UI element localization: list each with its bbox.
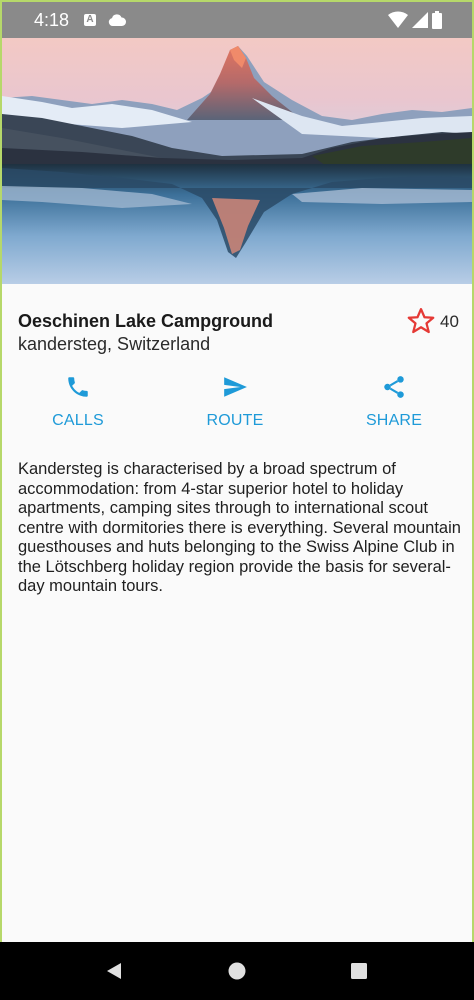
share-label: SHARE: [365, 412, 423, 429]
hero-image: [2, 38, 472, 284]
home-icon[interactable]: [227, 961, 247, 981]
battery-icon: [432, 11, 442, 29]
calls-button[interactable]: CALLS: [18, 374, 138, 438]
cloud-icon: [108, 14, 126, 26]
phone-icon: [68, 377, 88, 397]
route-label: ROUTE: [206, 412, 264, 429]
description-text: Kandersteg is characterised by a broad s…: [18, 460, 461, 595]
star-outline-icon[interactable]: [406, 306, 436, 336]
route-button[interactable]: ROUTE: [175, 374, 295, 438]
signal-icon: [412, 12, 428, 28]
send-icon: [224, 377, 247, 397]
a-notification-icon: A: [84, 14, 96, 26]
navigation-bar: [0, 942, 474, 1000]
app-screen: 4:18 A Oeschinen Lake Campground kanders…: [0, 0, 474, 1000]
back-icon[interactable]: [104, 961, 124, 981]
status-bar: 4:18 A: [2, 2, 472, 38]
share-button[interactable]: SHARE: [334, 374, 454, 438]
favorite-button[interactable]: 40: [406, 306, 464, 336]
wifi-icon: [388, 11, 408, 28]
title-section: Oeschinen Lake Campground kandersteg, Sw…: [2, 284, 472, 364]
favorite-count: 40: [440, 312, 459, 331]
action-button-row: CALLS ROUTE SHARE: [2, 364, 472, 444]
mountain-lake-image: [2, 38, 472, 284]
place-name: Oeschinen Lake Campground: [18, 311, 274, 331]
place-location: kandersteg, Switzerland: [18, 334, 211, 354]
calls-label: CALLS: [52, 412, 104, 429]
status-time: 4:18: [34, 10, 70, 30]
recents-icon[interactable]: [349, 961, 369, 981]
share-icon: [384, 376, 404, 398]
